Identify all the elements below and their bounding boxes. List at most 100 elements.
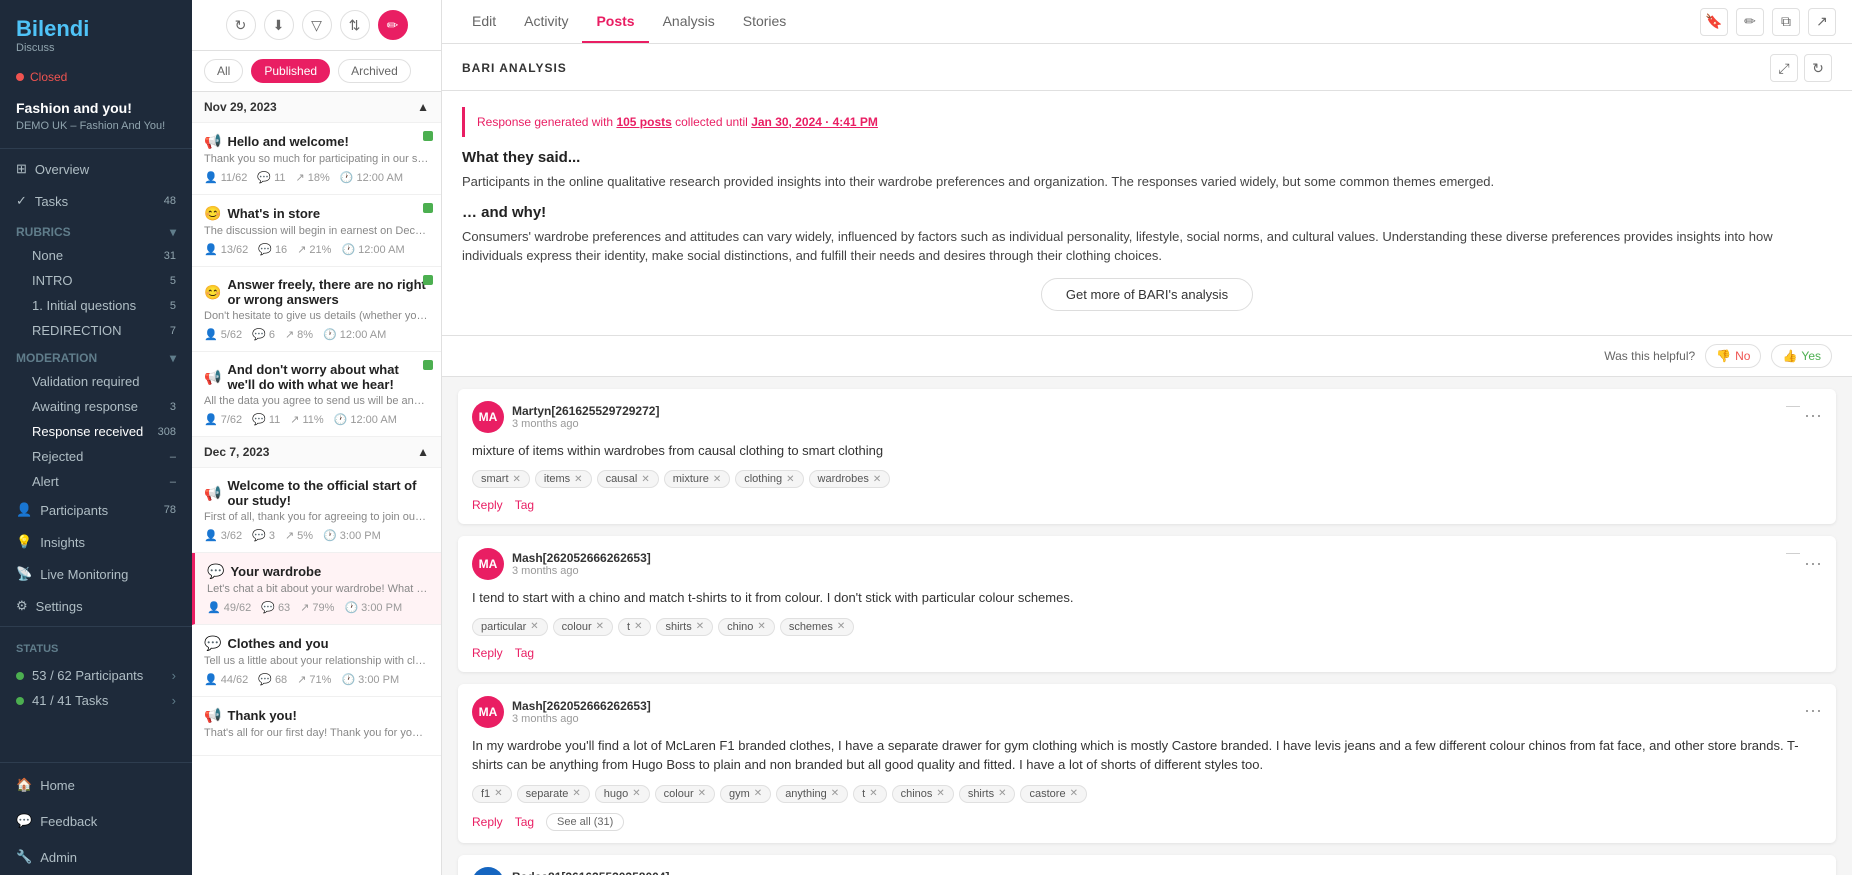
answer-time: 🕐 12:00 AM bbox=[323, 328, 386, 341]
sidebar-item-received[interactable]: Response received 308 bbox=[0, 419, 192, 444]
remove-colour-tag[interactable]: ✕ bbox=[596, 621, 604, 632]
remove-schemes-tag[interactable]: ✕ bbox=[837, 621, 845, 632]
banner-date[interactable]: Jan 30, 2024 · 4:41 PM bbox=[751, 115, 878, 129]
bottom-home[interactable]: 🏠 Home bbox=[0, 767, 192, 803]
martyn-reply-button[interactable]: Reply bbox=[472, 498, 503, 512]
tab-stories[interactable]: Stories bbox=[729, 1, 801, 43]
tab-edit[interactable]: Edit bbox=[458, 1, 510, 43]
copy-button[interactable]: ⧉ bbox=[1772, 8, 1800, 36]
bottom-admin[interactable]: 🔧 Admin bbox=[0, 839, 192, 875]
remove-clothing-tag[interactable]: ✕ bbox=[786, 474, 794, 485]
sidebar-item-participants[interactable]: 👤 Participants 78 bbox=[0, 494, 192, 526]
mash2-menu-button[interactable]: ⋯ bbox=[1804, 701, 1822, 722]
remove-items-tag[interactable]: ✕ bbox=[574, 474, 582, 485]
sidebar-item-insights[interactable]: 💡 Insights bbox=[0, 526, 192, 558]
moderation-section[interactable]: Moderation ▾ bbox=[0, 343, 192, 369]
refresh-button[interactable]: ↻ bbox=[226, 10, 256, 40]
martyn-tag-button[interactable]: Tag bbox=[515, 498, 534, 512]
official-desc: First of all, thank you for agreeing to … bbox=[204, 511, 429, 523]
martyn-menu-button[interactable]: ⋯ bbox=[1804, 406, 1822, 427]
mash1-tag-button[interactable]: Tag bbox=[515, 646, 534, 660]
tab-activity[interactable]: Activity bbox=[510, 1, 582, 43]
tab-analysis[interactable]: Analysis bbox=[649, 1, 729, 43]
filter-all[interactable]: All bbox=[204, 59, 243, 83]
mash2-reply-button[interactable]: Reply bbox=[472, 815, 503, 829]
remove-t-tag[interactable]: ✕ bbox=[634, 621, 642, 632]
tasks-status[interactable]: 41 / 41 Tasks › bbox=[0, 688, 192, 713]
remove-castore-tag[interactable]: ✕ bbox=[1070, 788, 1078, 799]
remove-gym-tag[interactable]: ✕ bbox=[754, 788, 762, 799]
sidebar-item-redirection[interactable]: REDIRECTION 7 bbox=[0, 318, 192, 343]
post-whats-in-store[interactable]: 😊 What's in store The discussion will be… bbox=[192, 195, 441, 267]
sidebar-item-initial[interactable]: 1. Initial questions 5 bbox=[0, 293, 192, 318]
admin-icon: 🔧 bbox=[16, 849, 32, 865]
remove-mixture-tag[interactable]: ✕ bbox=[713, 474, 721, 485]
mash1-reply-button[interactable]: Reply bbox=[472, 646, 503, 660]
get-more-button[interactable]: Get more of BARI's analysis bbox=[1041, 278, 1253, 311]
sidebar-item-awaiting[interactable]: Awaiting response 3 bbox=[0, 394, 192, 419]
sort-button[interactable]: ⇅ bbox=[340, 10, 370, 40]
remove-colour2-tag[interactable]: ✕ bbox=[698, 788, 706, 799]
participants-status[interactable]: 53 / 62 Participants › bbox=[0, 663, 192, 688]
post-thank-you[interactable]: 📢 Thank you! That's all for our first da… bbox=[192, 697, 441, 756]
store-time: 🕐 12:00 AM bbox=[341, 243, 404, 256]
post-clothes-and-you[interactable]: 💬 Clothes and you Tell us a little about… bbox=[192, 625, 441, 697]
remove-anything-tag[interactable]: ✕ bbox=[831, 788, 839, 799]
bookmark-button[interactable]: 🔖 bbox=[1700, 8, 1728, 36]
sidebar-item-none[interactable]: None 31 bbox=[0, 243, 192, 268]
sidebar-item-validation[interactable]: Validation required bbox=[0, 369, 192, 394]
sidebar-item-live[interactable]: 📡 Live Monitoring bbox=[0, 558, 192, 590]
collapse-nov-icon[interactable]: ▲ bbox=[417, 100, 429, 114]
remove-separate-tag[interactable]: ✕ bbox=[572, 788, 580, 799]
remove-hugo-tag[interactable]: ✕ bbox=[632, 788, 640, 799]
remove-shirts-tag[interactable]: ✕ bbox=[696, 621, 704, 632]
bari-expand-button[interactable]: ⤢ bbox=[1770, 54, 1798, 82]
remove-f1-tag[interactable]: ✕ bbox=[494, 788, 502, 799]
remove-t2-tag[interactable]: ✕ bbox=[869, 788, 877, 799]
filter-button[interactable]: ▽ bbox=[302, 10, 332, 40]
mash2-tag-button[interactable]: Tag bbox=[515, 815, 534, 829]
remove-smart-tag[interactable]: ✕ bbox=[513, 474, 521, 485]
tag-t2: t✕ bbox=[853, 785, 886, 803]
collapse-mash1-button[interactable]: — bbox=[1786, 544, 1800, 560]
filter-published[interactable]: Published bbox=[251, 59, 330, 83]
tab-posts[interactable]: Posts bbox=[582, 1, 648, 43]
bari-refresh-button[interactable]: ↻ bbox=[1804, 54, 1832, 82]
filter-row: All Published Archived bbox=[192, 51, 441, 92]
remove-shirts2-tag[interactable]: ✕ bbox=[998, 788, 1006, 799]
initial-label: 1. Initial questions bbox=[32, 298, 136, 313]
sidebar-item-alert[interactable]: Alert – bbox=[0, 469, 192, 494]
post-hello-welcome[interactable]: 📢 Hello and welcome! Thank you so much f… bbox=[192, 123, 441, 195]
sidebar-item-rejected[interactable]: Rejected – bbox=[0, 444, 192, 469]
edit-button[interactable]: ✏ bbox=[378, 10, 408, 40]
filter-archived[interactable]: Archived bbox=[338, 59, 411, 83]
worry-title: And don't worry about what we'll do with… bbox=[227, 362, 429, 392]
sidebar-item-intro[interactable]: INTRO 5 bbox=[0, 268, 192, 293]
mash2-see-all-button[interactable]: See all (31) bbox=[546, 813, 624, 831]
remove-chino-tag[interactable]: ✕ bbox=[757, 621, 765, 632]
pencil-button[interactable]: ✏ bbox=[1736, 8, 1764, 36]
rubrics-section[interactable]: Rubrics ▾ bbox=[0, 217, 192, 243]
collapse-martyn-button[interactable]: — bbox=[1786, 397, 1800, 413]
download-button[interactable]: ⬇ bbox=[264, 10, 294, 40]
hello-meta: 👤 11/62 💬 11 ↗ 18% 🕐 12:00 AM bbox=[204, 171, 429, 184]
collapse-dec-icon[interactable]: ▲ bbox=[417, 445, 429, 459]
mash1-menu-button[interactable]: ⋯ bbox=[1804, 554, 1822, 575]
bottom-feedback[interactable]: 💬 Feedback bbox=[0, 803, 192, 839]
post-official-start[interactable]: 📢 Welcome to the official start of our s… bbox=[192, 468, 441, 553]
banner-link[interactable]: 105 posts bbox=[616, 115, 671, 129]
helpful-no-button[interactable]: 👎 No bbox=[1705, 344, 1761, 368]
remove-causal-tag[interactable]: ✕ bbox=[641, 474, 649, 485]
remove-wardrobes-tag[interactable]: ✕ bbox=[873, 474, 881, 485]
remove-particular-tag[interactable]: ✕ bbox=[530, 621, 538, 632]
share-button[interactable]: ↗ bbox=[1808, 8, 1836, 36]
badca-author: BA Badca81[261625530358004] 3 months ago bbox=[472, 867, 669, 875]
post-answer-freely[interactable]: 😊 Answer freely, there are no right or w… bbox=[192, 267, 441, 352]
post-your-wardrobe[interactable]: 💬 Your wardrobe Let's chat a bit about y… bbox=[192, 553, 441, 625]
helpful-yes-button[interactable]: 👍 Yes bbox=[1771, 344, 1832, 368]
sidebar-item-settings[interactable]: ⚙ Settings bbox=[0, 590, 192, 622]
sidebar-item-overview[interactable]: ⊞ Overview bbox=[0, 153, 192, 185]
post-dont-worry[interactable]: 📢 And don't worry about what we'll do wi… bbox=[192, 352, 441, 437]
sidebar-item-tasks[interactable]: ✓ Tasks 48 bbox=[0, 185, 192, 217]
remove-chinos-tag[interactable]: ✕ bbox=[936, 788, 944, 799]
